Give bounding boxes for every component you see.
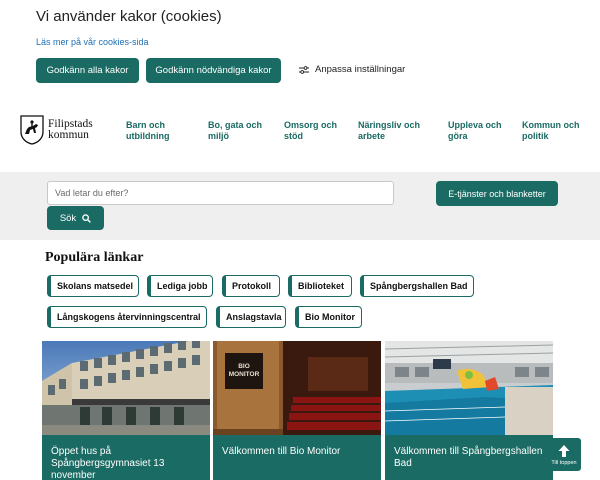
to-top-button[interactable]: Till toppen	[547, 438, 581, 471]
cinema-image	[213, 341, 381, 435]
search-section: Sök E-tjänster och blanketter	[0, 172, 600, 240]
logo-line-2: kommun	[48, 129, 89, 141]
popular-link-spangbergshallen-bad[interactable]: Spångbergshallen Bad	[360, 275, 474, 297]
popular-link-langskogens-atervinningscentral[interactable]: Långskogens återvinningscentral	[47, 306, 207, 328]
popular-links-title: Populära länkar	[45, 250, 144, 265]
customize-label: Anpassa inställningar	[315, 64, 406, 75]
popular-link-biblioteket[interactable]: Biblioteket	[288, 275, 352, 297]
nav-uppleva-och-gora[interactable]: Uppleva och göra	[448, 120, 508, 142]
search-button-label: Sök	[59, 212, 77, 224]
swimming-pool-image	[385, 341, 553, 435]
site-logo[interactable]: Filipstads kommun	[20, 115, 93, 145]
nav-naringsliv-och-arbete[interactable]: Näringsliv och arbete	[358, 120, 424, 142]
accept-all-cookies-button[interactable]: Godkänn alla kakor	[36, 58, 139, 83]
logo-text: Filipstads kommun	[48, 118, 93, 141]
card-title: Välkommen till Spångbergshallen Bad	[385, 435, 553, 480]
cookie-title: Vi använder kakor (cookies)	[36, 8, 222, 25]
to-top-label: Till toppen	[551, 459, 577, 466]
nav-omsorg-och-stod[interactable]: Omsorg och stöd	[284, 120, 344, 142]
card-title: Välkommen till Bio Monitor	[213, 435, 381, 480]
card-title: Öppet hus på Spångbergsgymnasiet 13 nove…	[42, 435, 210, 480]
popular-link-lediga-jobb[interactable]: Lediga jobb	[147, 275, 213, 297]
popular-link-skolans-matsedel[interactable]: Skolans matsedel	[47, 275, 139, 297]
cookie-read-more-link[interactable]: Läs mer på vår cookies-sida	[36, 37, 149, 47]
sign-line-1: BIO	[238, 363, 250, 370]
arrow-up-icon	[558, 444, 570, 457]
news-card-bio-monitor[interactable]: BIO MONITOR Välkommen till Bio Monitor	[213, 341, 381, 480]
nav-barn-och-utbildning[interactable]: Barn och utbildning	[126, 120, 186, 142]
eservices-button[interactable]: E-tjänster och blanketter	[436, 181, 558, 206]
customize-cookies-button[interactable]: Anpassa inställningar	[299, 64, 405, 75]
nav-kommun-och-politik[interactable]: Kommun och politik	[522, 120, 584, 142]
popular-link-protokoll[interactable]: Protokoll	[222, 275, 280, 297]
news-card-spangbergshallen-bad[interactable]: Välkommen till Spångbergshallen Bad	[385, 341, 553, 480]
popular-link-anslagstavla[interactable]: Anslagstavla	[216, 306, 286, 328]
accept-necessary-cookies-button[interactable]: Godkänn nödvändiga kakor	[146, 58, 281, 83]
sliders-icon	[299, 65, 309, 74]
search-icon	[82, 213, 92, 223]
school-building-image	[42, 341, 210, 435]
sign-line-2: MONITOR	[228, 371, 260, 378]
news-card-oppet-hus[interactable]: Öppet hus på Spångbergsgymnasiet 13 nove…	[42, 341, 210, 480]
cookie-banner: Vi använder kakor (cookies) Läs mer på v…	[0, 0, 600, 95]
search-input[interactable]	[47, 181, 394, 205]
search-button[interactable]: Sök	[47, 206, 104, 230]
nav-bo-gata-och-miljo[interactable]: Bo, gata och miljö	[208, 120, 272, 142]
popular-link-bio-monitor[interactable]: Bio Monitor	[295, 306, 362, 328]
bio-monitor-sign: BIO MONITOR	[227, 363, 261, 379]
coat-of-arms-icon	[20, 115, 44, 145]
